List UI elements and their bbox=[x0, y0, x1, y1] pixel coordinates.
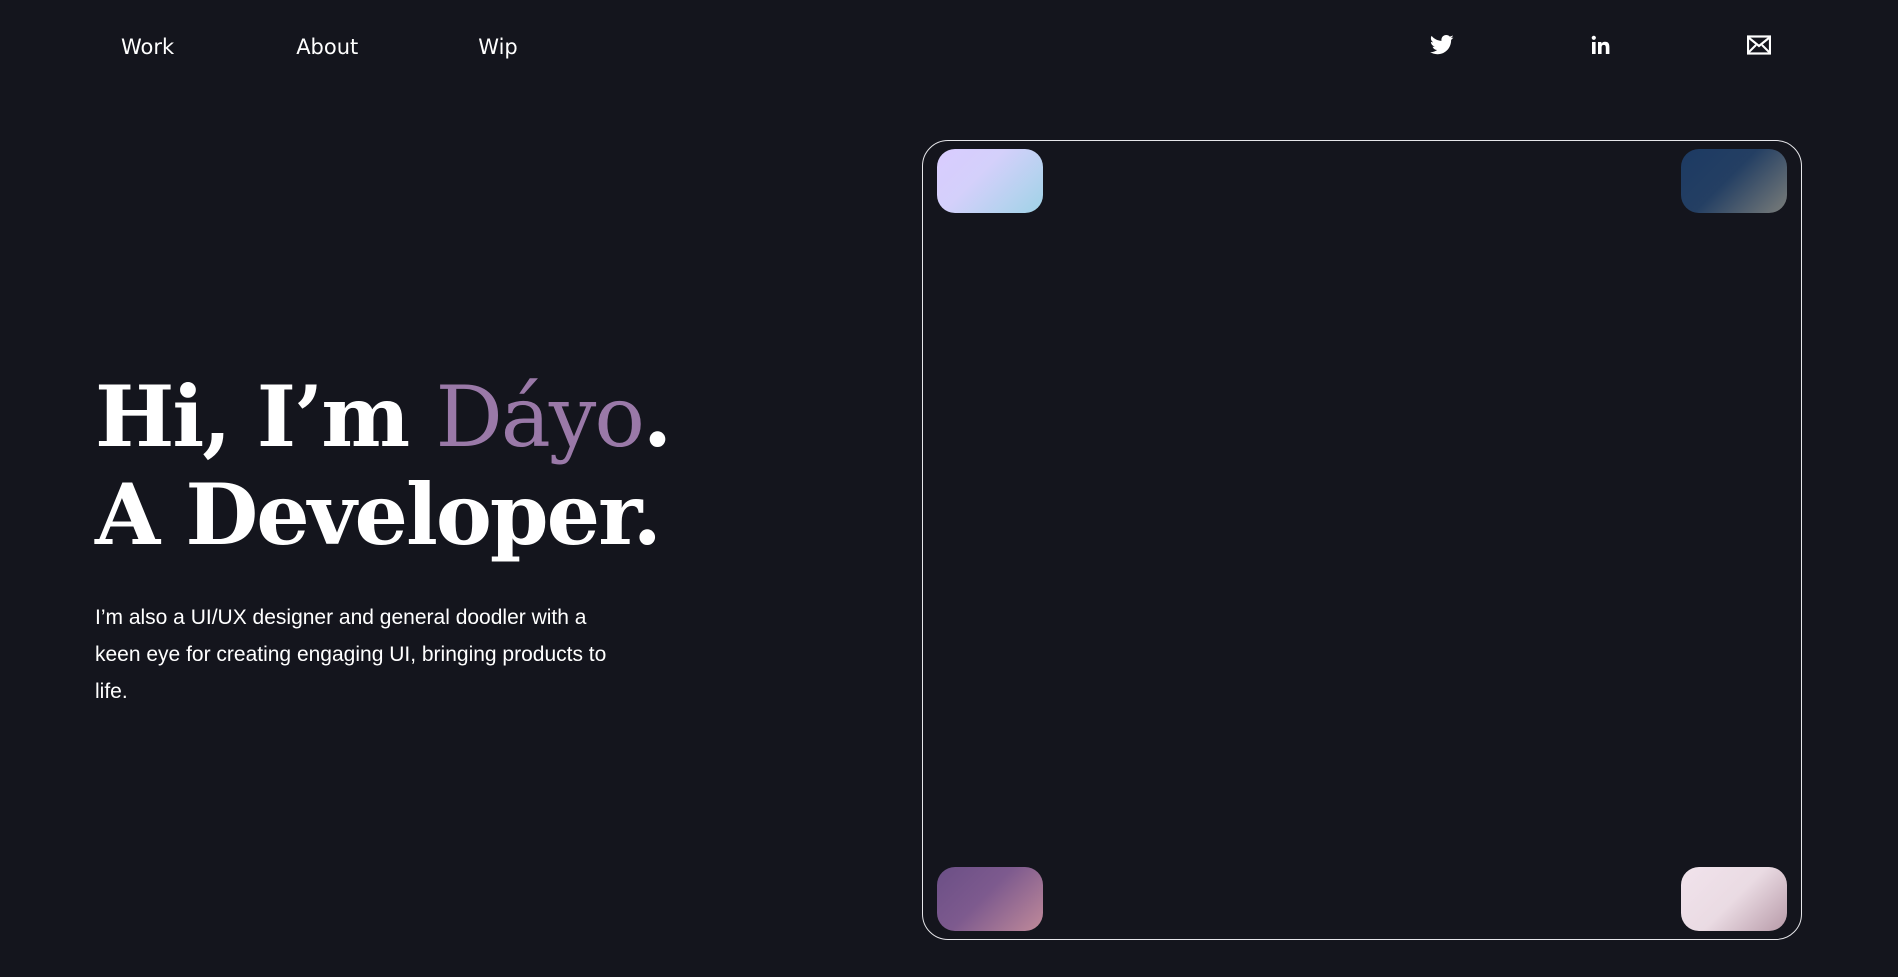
gradient-swatch-bottom-right bbox=[1681, 867, 1787, 931]
hero-greeting: Hi, I’m bbox=[95, 367, 436, 466]
linkedin-icon[interactable] bbox=[1587, 31, 1615, 59]
hero-role: A Developer. bbox=[95, 465, 662, 564]
nav-about-link[interactable]: About bbox=[296, 32, 358, 62]
twitter-icon[interactable] bbox=[1428, 31, 1456, 59]
gradient-swatch-top-left bbox=[937, 149, 1043, 213]
gradient-swatch-top-right bbox=[1681, 149, 1787, 213]
hero-name: Dáyo bbox=[435, 368, 644, 466]
page: Work About Wip Hi, I’m Dáyo. A Developer… bbox=[0, 0, 1898, 977]
hero-period: . bbox=[642, 367, 672, 466]
gradient-swatch-bottom-left bbox=[937, 867, 1043, 931]
main-nav: Work About Wip bbox=[121, 32, 518, 62]
showcase-frame bbox=[922, 140, 1802, 940]
hero-subtitle: I’m also a UI/UX designer and general do… bbox=[95, 606, 607, 703]
hero-title: Hi, I’m Dáyo. A Developer. bbox=[95, 367, 672, 564]
mail-icon[interactable] bbox=[1745, 31, 1773, 59]
nav-work-link[interactable]: Work bbox=[121, 32, 174, 62]
nav-wip-link[interactable]: Wip bbox=[478, 32, 517, 62]
